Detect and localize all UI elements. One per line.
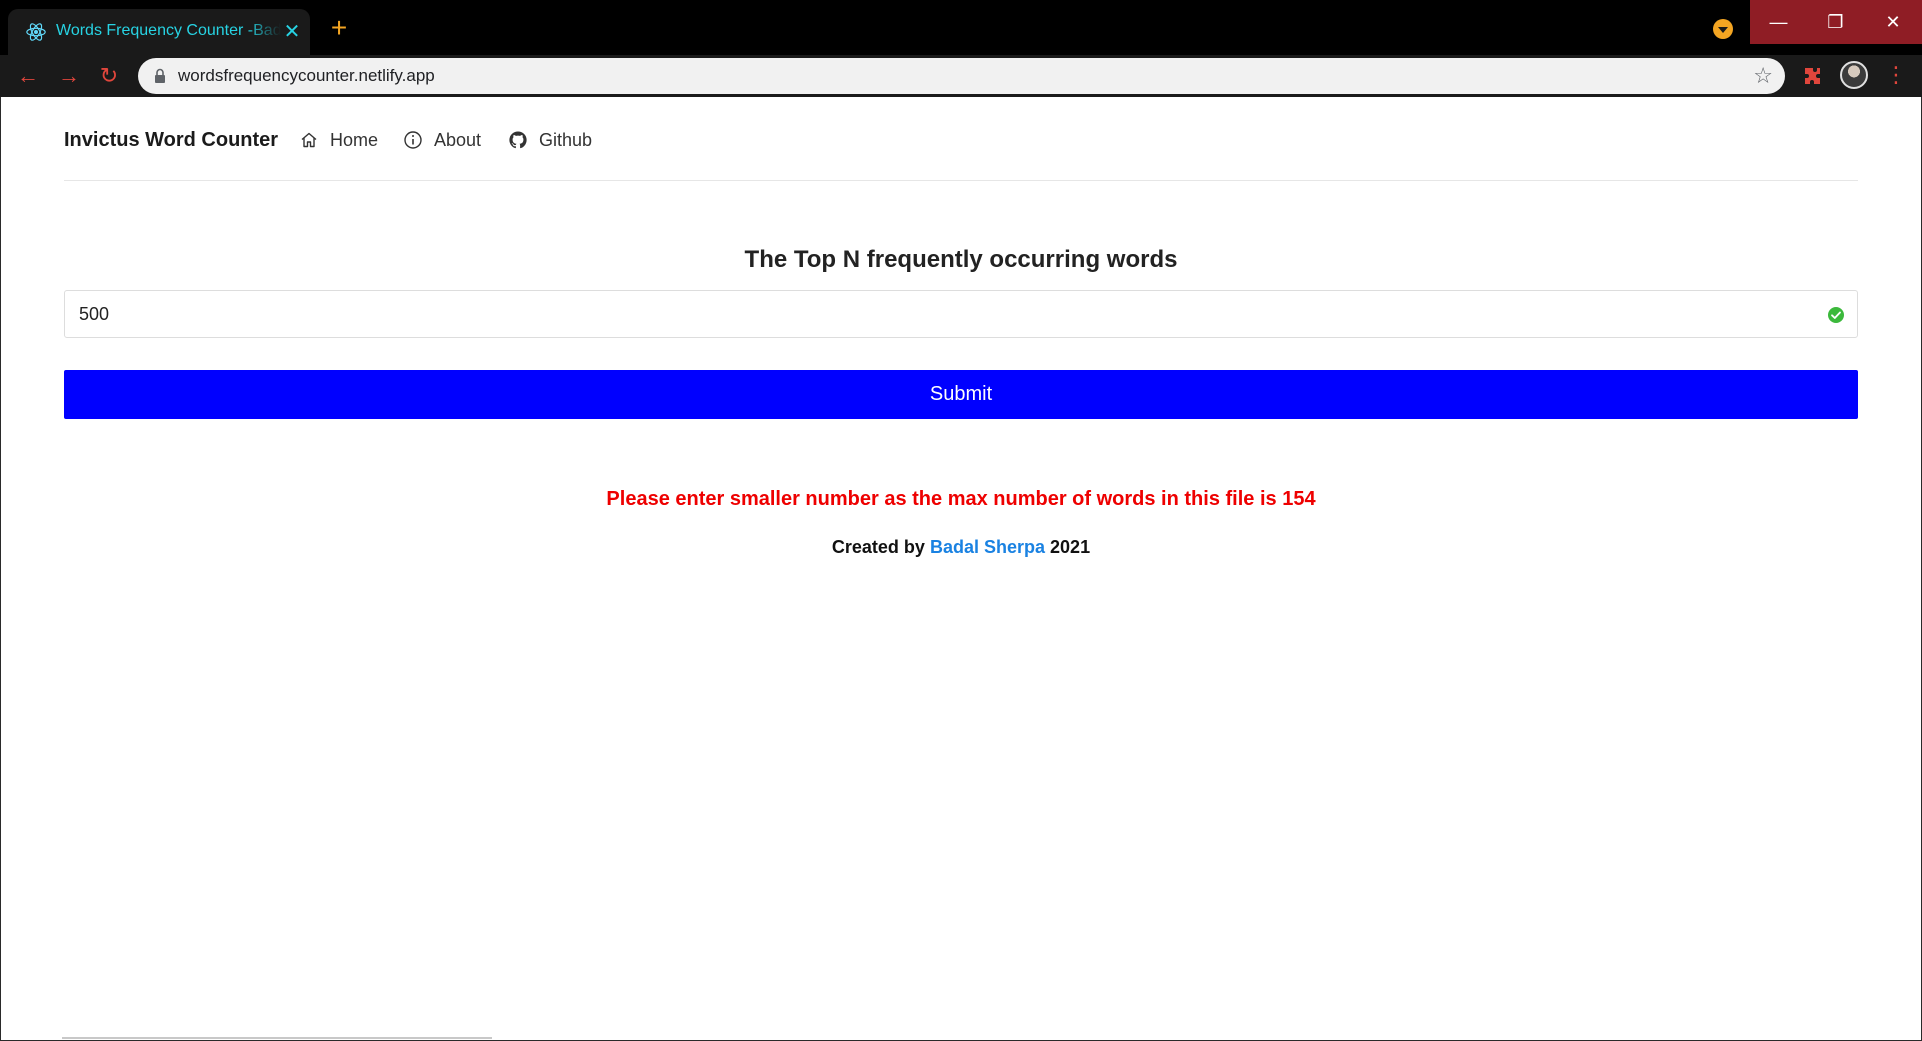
back-icon[interactable]: ← bbox=[14, 62, 42, 90]
lock-icon bbox=[155, 68, 165, 83]
close-icon[interactable]: ✕ bbox=[280, 20, 304, 44]
address-bar[interactable]: wordsfrequencycounter.netlify.app ☆ bbox=[138, 58, 1785, 94]
forward-icon[interactable]: → bbox=[55, 62, 83, 90]
profile-avatar[interactable] bbox=[1840, 61, 1868, 89]
error-message: Please enter smaller number as the max n… bbox=[606, 488, 1316, 510]
info-icon bbox=[404, 131, 422, 149]
star-icon[interactable]: ☆ bbox=[1753, 63, 1773, 89]
footer-credit: Created by Badal Sherpa 2021 bbox=[0, 535, 1922, 559]
author-link[interactable]: Badal Sherpa bbox=[930, 537, 1045, 557]
restore-button[interactable]: ❐ bbox=[1807, 0, 1864, 44]
site-brand[interactable]: Invictus Word Counter bbox=[64, 128, 278, 152]
url-text[interactable]: wordsfrequencycounter.netlify.app bbox=[178, 65, 435, 87]
nav-link-about[interactable]: About bbox=[403, 128, 481, 152]
browser-tab[interactable]: Words Frequency Counter -Badal Sherpa ✕ bbox=[8, 9, 310, 55]
browser-toolbar: ← → ↻ wordsfrequencycounter.netlify.app … bbox=[0, 55, 1922, 97]
menu-icon[interactable]: ⋮ bbox=[1885, 61, 1907, 89]
horizontal-scrollbar[interactable] bbox=[62, 1037, 492, 1039]
top-n-input-value[interactable]: 500 bbox=[79, 303, 109, 325]
reload-icon[interactable]: ↻ bbox=[95, 62, 123, 90]
submit-button[interactable]: Submit bbox=[64, 370, 1858, 419]
top-n-input[interactable]: 500 bbox=[64, 290, 1858, 338]
close-window-button[interactable]: ✕ bbox=[1864, 0, 1922, 44]
minimize-button[interactable]: — bbox=[1750, 0, 1807, 44]
home-icon bbox=[301, 132, 317, 148]
page-viewport bbox=[0, 97, 1922, 1041]
page-title: The Top N frequently occurring words bbox=[744, 246, 1178, 273]
extensions-icon[interactable] bbox=[1801, 64, 1825, 88]
chrome-profile-indicator[interactable] bbox=[1713, 19, 1733, 39]
nav-link-label: About bbox=[434, 130, 482, 150]
nav-link-label: Home bbox=[330, 130, 379, 150]
tab-title: Words Frequency Counter -Badal Sherpa bbox=[56, 22, 281, 39]
github-icon bbox=[509, 131, 527, 149]
credit-prefix: Created by bbox=[831, 537, 925, 557]
check-circle-icon bbox=[1828, 307, 1844, 323]
browser-tab-bar: Words Frequency Counter -Badal Sherpa ✕ … bbox=[0, 0, 1922, 55]
credit-year: 2021 bbox=[1050, 537, 1091, 557]
site-navbar: Invictus Word Counter Home About Github bbox=[64, 98, 1858, 181]
nav-link-label: Github bbox=[539, 130, 593, 150]
react-icon bbox=[26, 23, 46, 41]
nav-link-github[interactable]: Github bbox=[508, 128, 592, 152]
new-tab-button[interactable]: + bbox=[325, 14, 353, 43]
nav-link-home[interactable]: Home bbox=[299, 128, 378, 152]
